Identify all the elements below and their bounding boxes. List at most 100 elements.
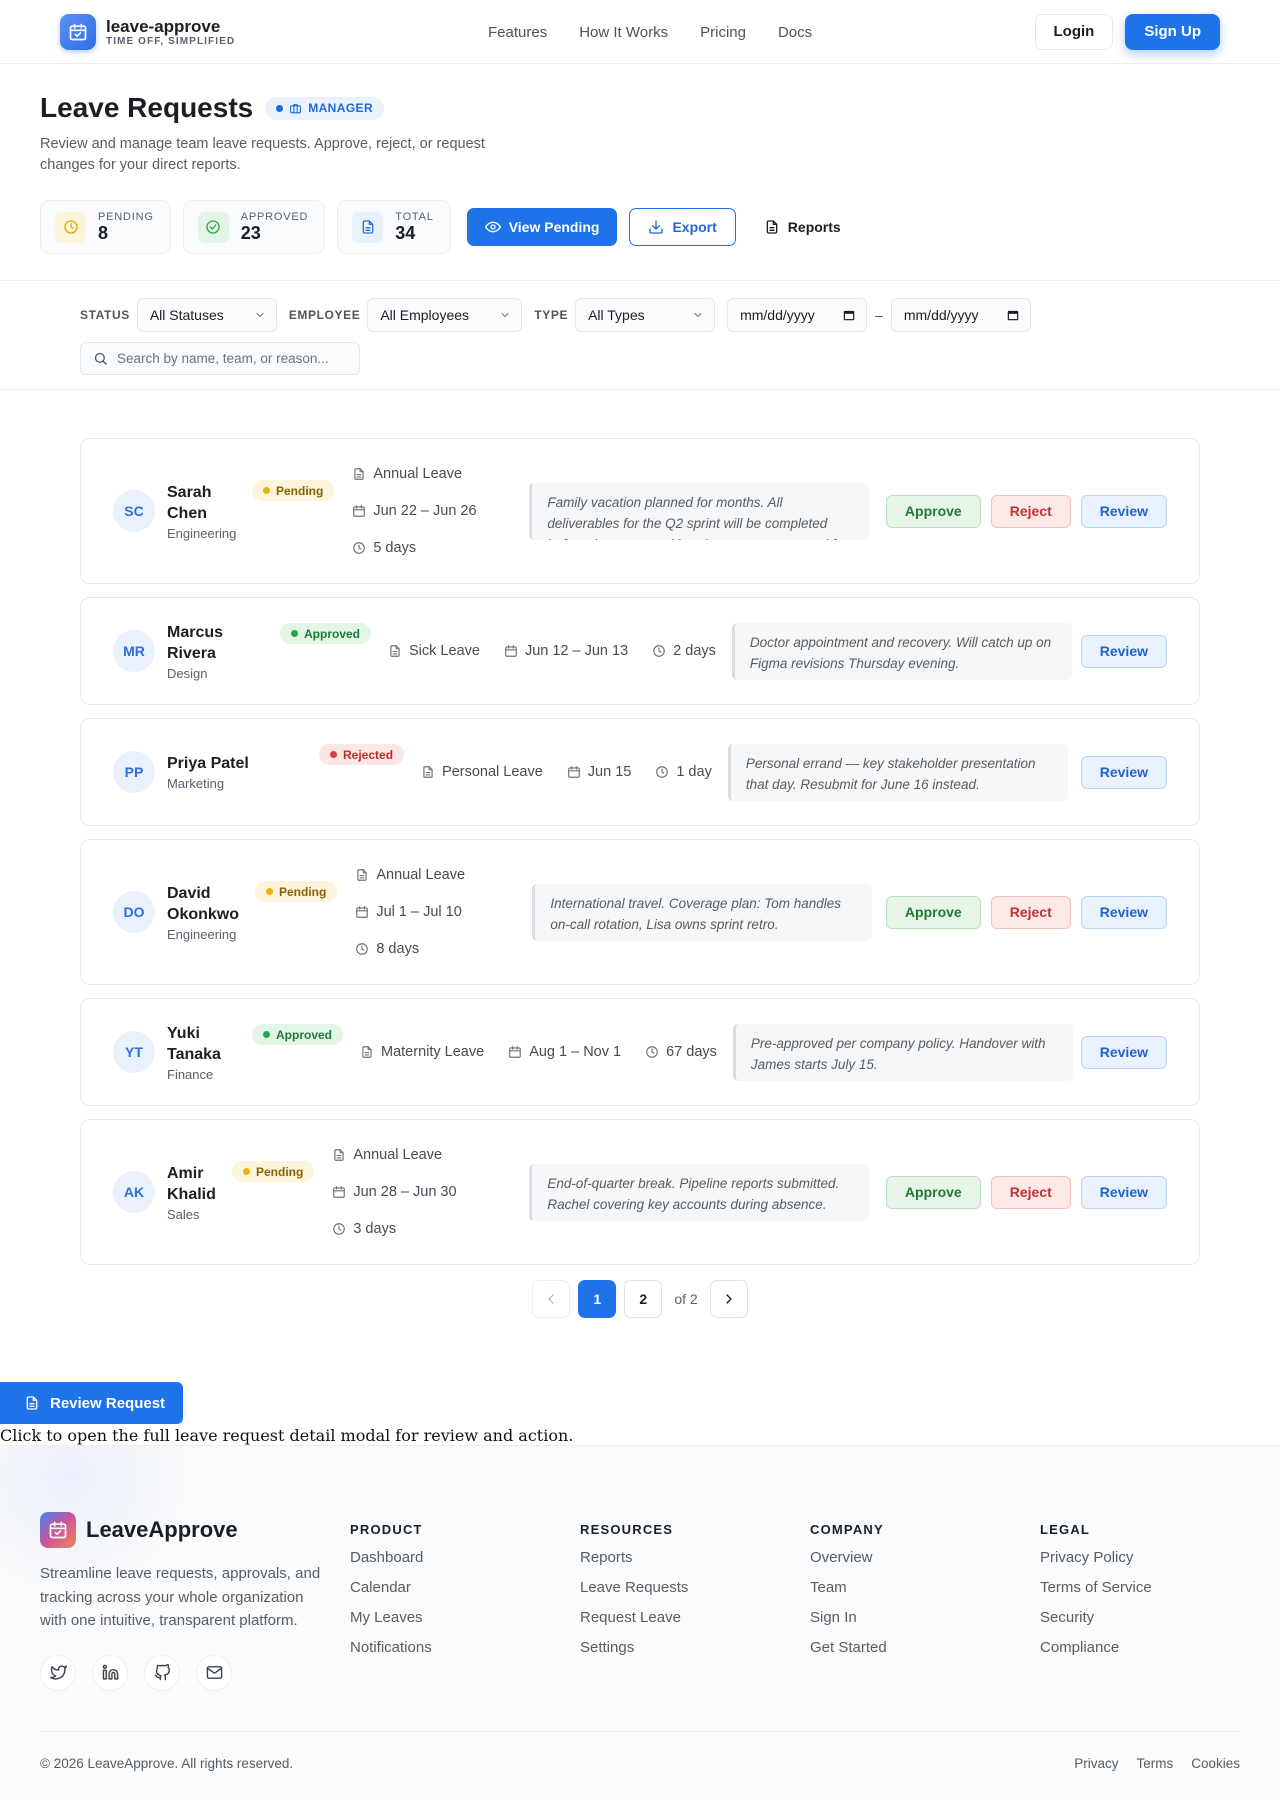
footer-link[interactable]: Calendar xyxy=(350,1579,580,1597)
nav-link-features[interactable]: Features xyxy=(488,24,547,41)
footer-link[interactable]: Terms of Service xyxy=(1040,1579,1240,1597)
signup-button[interactable]: Sign Up xyxy=(1125,13,1220,50)
avatar: DO xyxy=(113,891,155,933)
terms-link[interactable]: Terms xyxy=(1136,1756,1173,1771)
next-page-button[interactable] xyxy=(709,1280,748,1318)
leave-type: Sick Leave xyxy=(388,643,480,659)
status-dot xyxy=(263,487,270,494)
chevron-left-icon xyxy=(548,1294,554,1304)
export-button[interactable]: Export xyxy=(629,208,736,246)
review-button[interactable]: Review xyxy=(1080,1175,1167,1209)
date-range-separator: – xyxy=(875,307,883,323)
stat-label: APPROVED xyxy=(240,211,309,223)
reports-button[interactable]: Reports xyxy=(748,208,857,246)
avatar: PP xyxy=(113,751,155,793)
date-from-input[interactable]: mm/dd/yyyy xyxy=(727,298,868,332)
top-nav: leave-approve TIME OFF, SIMPLIFIED Featu… xyxy=(0,0,1280,64)
footer-description: Streamline leave requests, approvals, an… xyxy=(40,1565,321,1629)
page-button-1[interactable]: 1 xyxy=(578,1280,617,1318)
employee-dept: Marketing xyxy=(167,776,225,791)
footer-col-company: COMPANY Overview Team Sign In Get Starte… xyxy=(810,1512,1040,1691)
approve-button[interactable]: Approve xyxy=(885,494,981,528)
chevron-down-icon xyxy=(694,313,702,317)
role-badge-label: MANAGER xyxy=(308,101,374,115)
date-to-input[interactable]: mm/dd/yyyy xyxy=(890,298,1031,332)
leave-duration-label: 8 days xyxy=(376,941,420,957)
stat-value: 8 xyxy=(98,223,109,243)
employee-select[interactable]: All Employees xyxy=(367,298,523,332)
footer-link[interactable]: Team xyxy=(810,1579,1040,1597)
review-button[interactable]: Review xyxy=(1080,755,1167,789)
request-card: SC Sarah Chen Engineering Pending Annual… xyxy=(80,438,1200,584)
approve-button[interactable]: Approve xyxy=(885,1175,981,1209)
status-badge-label: Approved xyxy=(276,1027,333,1042)
review-button[interactable]: Review xyxy=(1080,895,1167,929)
footer-bottom: © 2026 LeaveApprove. All rights reserved… xyxy=(40,1730,1240,1771)
leave-type-label: Annual Leave xyxy=(373,466,463,482)
approve-button[interactable]: Approve xyxy=(885,895,981,929)
leave-duration-label: 67 days xyxy=(666,1044,717,1060)
footer-link[interactable]: Request Leave xyxy=(580,1609,810,1627)
review-button[interactable]: Review xyxy=(1080,634,1167,668)
cookies-link[interactable]: Cookies xyxy=(1191,1756,1240,1771)
document-icon xyxy=(334,1149,345,1161)
request-reason: End-of-quarter break. Pipeline reports s… xyxy=(529,1163,870,1221)
review-button[interactable]: Review xyxy=(1080,1035,1167,1069)
nav-link-pricing[interactable]: Pricing xyxy=(700,24,746,41)
leave-type-label: Annual Leave xyxy=(376,867,466,883)
leave-dates: Jun 12 – Jun 13 xyxy=(504,643,628,659)
date-from-placeholder: mm/dd/yyyy xyxy=(740,307,815,323)
mail-icon[interactable] xyxy=(196,1654,232,1691)
calendar-icon xyxy=(505,645,517,657)
footer-link[interactable]: Leave Requests xyxy=(580,1579,810,1597)
footer-link[interactable]: Get Started xyxy=(810,1639,1040,1657)
request-card: MR Marcus Rivera Design Approved Sick Le… xyxy=(80,597,1200,705)
footer-link[interactable]: Compliance xyxy=(1040,1639,1240,1657)
page-description: Review and manage team leave requests. A… xyxy=(40,136,485,173)
footer-legal-links: Privacy Terms Cookies xyxy=(1074,1756,1240,1771)
clock-icon xyxy=(55,211,86,243)
review-request-button[interactable]: Review Request xyxy=(0,1382,183,1424)
type-select[interactable]: All Types xyxy=(575,298,716,332)
privacy-link[interactable]: Privacy xyxy=(1074,1756,1118,1771)
leave-dates: Jun 28 – Jun 30 xyxy=(332,1184,512,1200)
request-card: AK Amir Khalid Sales Pending Annual Leav… xyxy=(80,1119,1200,1265)
footer-col-heading: LEGAL xyxy=(1040,1522,1091,1537)
github-icon[interactable] xyxy=(144,1654,180,1691)
view-pending-button[interactable]: View Pending xyxy=(466,208,618,246)
review-button[interactable]: Review xyxy=(1080,494,1167,528)
employee-name: Yuki Tanaka xyxy=(167,1024,221,1063)
reject-button[interactable]: Reject xyxy=(990,895,1071,929)
footer-link[interactable]: Sign In xyxy=(810,1609,1040,1627)
prev-page-button[interactable] xyxy=(532,1280,571,1318)
calendar-icon xyxy=(1007,310,1019,321)
footer: LeaveApprove Streamline leave requests, … xyxy=(0,1445,1280,1801)
review-cta: Review Request Click to open the full le… xyxy=(0,1382,1280,1445)
footer-link[interactable]: Reports xyxy=(580,1549,810,1567)
footer-link[interactable]: Settings xyxy=(580,1639,810,1657)
reject-button[interactable]: Reject xyxy=(990,1175,1071,1209)
status-select-value: All Statuses xyxy=(149,307,224,323)
footer-link[interactable]: Privacy Policy xyxy=(1040,1549,1240,1567)
employee-name: Amir Khalid xyxy=(167,1164,216,1203)
nav-link-docs[interactable]: Docs xyxy=(778,24,812,41)
brand[interactable]: leave-approve TIME OFF, SIMPLIFIED xyxy=(60,13,235,50)
stat-approved: APPROVED 23 xyxy=(182,200,326,254)
search-input[interactable]: Search by name, team, or reason... xyxy=(80,342,360,375)
status-badge-label: Rejected xyxy=(343,747,394,762)
page-button-2[interactable]: 2 xyxy=(624,1280,663,1318)
employee-name: Sarah Chen xyxy=(167,483,212,522)
footer-link[interactable]: Overview xyxy=(810,1549,1040,1567)
footer-link[interactable]: Dashboard xyxy=(350,1549,580,1567)
login-button[interactable]: Login xyxy=(1034,13,1114,50)
footer-link[interactable]: My Leaves xyxy=(350,1609,580,1627)
footer-link[interactable]: Notifications xyxy=(350,1639,580,1657)
linkedin-icon[interactable] xyxy=(92,1654,128,1691)
nav-link-how-it-works[interactable]: How It Works xyxy=(579,24,668,41)
status-select[interactable]: All Statuses xyxy=(136,298,277,332)
reject-button[interactable]: Reject xyxy=(990,494,1071,528)
footer-link[interactable]: Security xyxy=(1040,1609,1240,1627)
status-badge: Pending xyxy=(252,480,335,501)
request-reason: Family vacation planned for months. All … xyxy=(529,482,870,540)
twitter-icon[interactable] xyxy=(40,1654,76,1691)
